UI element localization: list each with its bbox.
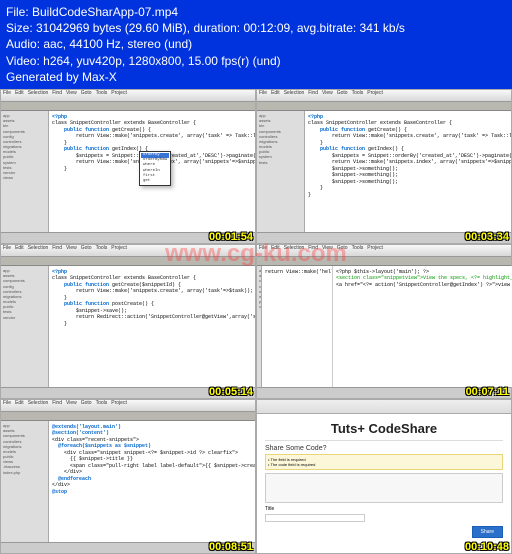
menubar[interactable]: FileEditSelectionFindViewGotoToolsProjec… xyxy=(1,245,255,257)
autocomplete-popup[interactable]: orderBy orderByRaw where whereIn first g… xyxy=(139,151,171,186)
thumb-1: FileEditSelectionFindViewGotoToolsProjec… xyxy=(0,89,256,244)
panel-heading: Share Some Code? xyxy=(265,445,503,452)
browser-chrome[interactable] xyxy=(257,400,511,414)
thumbnail-grid: FileEditSelectionFindViewGotoToolsProjec… xyxy=(0,89,512,554)
timestamp: 00:10:48 xyxy=(465,541,509,553)
code-editor[interactable]: <?php class SnippetController extends Ba… xyxy=(49,266,255,387)
code-editor-left[interactable]: return View::make('hello'); xyxy=(262,266,332,387)
file-sidebar[interactable]: appassetscomponentsconfigcontrollersmigr… xyxy=(1,266,49,387)
timestamp: 00:05:14 xyxy=(209,386,253,398)
file-line: File: BuildCodeSharApp-07.mp4 xyxy=(6,4,506,20)
menubar[interactable]: FileEditSelectionFindViewGotoToolsProjec… xyxy=(257,245,511,257)
thumb-2: FileEditSelectionFindViewGotoToolsProjec… xyxy=(256,89,512,244)
page-title: Tuts+ CodeShare xyxy=(265,421,503,436)
menubar[interactable]: FileEditSelectionFindViewGotoToolsProjec… xyxy=(257,90,511,102)
notice-line: • The code field is required xyxy=(268,462,500,467)
thumb-3: FileEditSelectionFindViewGotoToolsProjec… xyxy=(0,244,256,399)
file-sidebar[interactable]: appassetsbincomponentscontrollersmigrati… xyxy=(257,111,305,232)
file-sidebar[interactable]: appassetsbincomponentsconfigcontrollersm… xyxy=(1,111,49,232)
tabbar[interactable] xyxy=(257,257,511,266)
code-editor[interactable]: @extends('layout.main') @section('conten… xyxy=(49,421,255,542)
thumb-5: FileEditSelectionFindViewGotoToolsProjec… xyxy=(0,399,256,554)
code-textarea[interactable] xyxy=(265,473,503,503)
page-content: Tuts+ CodeShare Share Some Code? • The f… xyxy=(257,414,511,553)
code-editor[interactable]: <?php class SnippetController extends Ba… xyxy=(49,111,255,232)
tabbar[interactable] xyxy=(1,102,255,111)
tabbar[interactable] xyxy=(257,102,511,111)
audio-line: Audio: aac, 44100 Hz, stereo (und) xyxy=(6,36,506,52)
validation-notice: • The field is required • The code field… xyxy=(265,454,503,470)
thumb-6: Tuts+ CodeShare Share Some Code? • The f… xyxy=(256,399,512,554)
video-line: Video: h264, yuv420p, 1280x800, 15.00 fp… xyxy=(6,53,506,69)
autocomplete-item[interactable]: get xyxy=(141,179,169,184)
code-editor[interactable]: <?php class SnippetController extends Ba… xyxy=(305,111,511,232)
tabbar[interactable] xyxy=(1,412,255,421)
share-button[interactable]: Share xyxy=(472,526,503,538)
title-label: Title xyxy=(265,506,503,512)
timestamp: 00:03:34 xyxy=(465,231,509,243)
code-editor-right[interactable]: <?php $this->layout('main'); ?> <section… xyxy=(332,266,512,387)
timestamp: 00:07:11 xyxy=(466,386,509,398)
media-info-header: File: BuildCodeSharApp-07.mp4 Size: 3104… xyxy=(0,0,512,89)
gen-line: Generated by Max-X xyxy=(6,69,506,85)
tabbar[interactable] xyxy=(1,257,255,266)
file-sidebar[interactable]: appassetscomponentscontrollersmigrations… xyxy=(1,421,49,542)
web-browser: Tuts+ CodeShare Share Some Code? • The f… xyxy=(257,400,511,553)
menubar[interactable]: FileEditSelectionFindViewGotoToolsProjec… xyxy=(1,90,255,102)
title-input[interactable] xyxy=(265,514,365,522)
menubar[interactable]: FileEditSelectionFindViewGotoToolsProjec… xyxy=(1,400,255,412)
timestamp: 00:01:54 xyxy=(209,231,253,243)
timestamp: 00:08:51 xyxy=(209,541,253,553)
size-line: Size: 31042969 bytes (29.60 MiB), durati… xyxy=(6,20,506,36)
thumb-4: FileEditSelectionFindViewGotoToolsProjec… xyxy=(256,244,512,399)
